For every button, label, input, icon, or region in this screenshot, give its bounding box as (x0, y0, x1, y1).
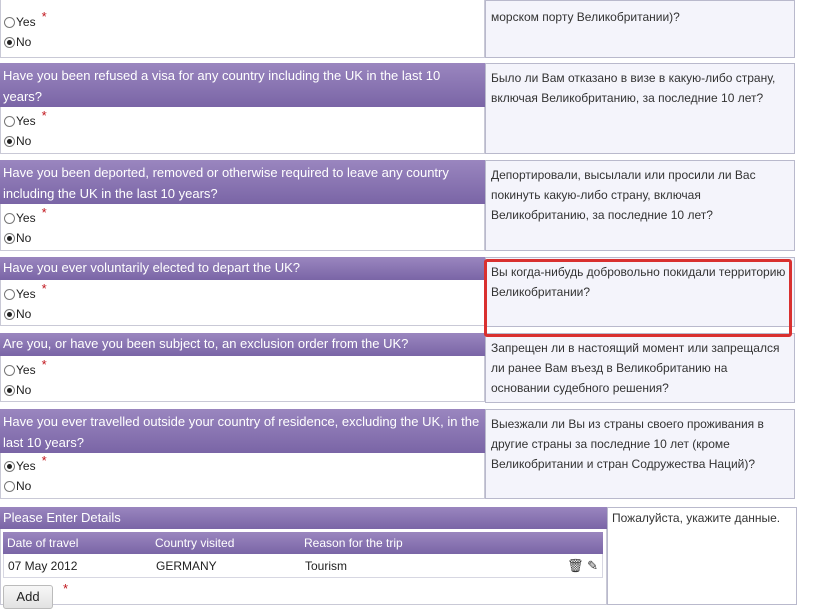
table-header: Date of travel Country visited Reason fo… (3, 532, 603, 554)
translation-box: Было ли Вам отказано в визе в какую-либо… (485, 63, 795, 154)
highlight-box (484, 259, 792, 337)
radio-no[interactable] (4, 135, 15, 147)
radio-yes[interactable] (4, 115, 15, 127)
details-header: Please Enter Details (0, 507, 607, 529)
answer-options: Yes * No (0, 280, 485, 326)
cell-reason: Tourism (305, 559, 348, 573)
question-block: Have you been refused a visa for any cou… (0, 63, 485, 154)
travel-table: Date of travel Country visited Reason fo… (3, 532, 603, 578)
question-block: Have you been deported, removed or other… (0, 160, 485, 251)
translation-box: морском порту Великобритании)? (485, 0, 795, 58)
question-text: Have you been refused a visa for any cou… (0, 63, 485, 107)
question-block: Have you ever voluntarily elected to dep… (0, 257, 485, 326)
question-text: Have you been deported, removed or other… (0, 160, 485, 204)
question-block: Yes * No (0, 0, 485, 58)
radio-yes[interactable] (4, 212, 15, 224)
translation-box: Депортировали, высылали или просили ли В… (485, 160, 795, 251)
translation-box: Запрещен ли в настоящий момент или запре… (485, 333, 795, 403)
pencil-icon[interactable]: ✎ (587, 558, 598, 573)
cell-date: 07 May 2012 (8, 559, 78, 573)
question-text: Are you, or have you been subject to, an… (0, 333, 485, 356)
answer-options: Yes * No (0, 204, 485, 251)
details-hint: Пожалуйста, укажите данные. (607, 507, 797, 605)
radio-no[interactable] (4, 480, 15, 492)
table-row: 07 May 2012 GERMANY Tourism 🗑 ✎ (3, 554, 603, 578)
radio-no[interactable] (4, 384, 15, 396)
question-text: Have you ever travelled outside your cou… (0, 409, 485, 453)
add-button[interactable]: Add (3, 585, 53, 609)
details-panel: Date of travel Country visited Reason fo… (0, 529, 607, 609)
radio-yes[interactable] (4, 364, 15, 376)
answer-options: Yes * No (0, 453, 485, 499)
required-mark: * (63, 581, 69, 596)
column-header-date: Date of travel (7, 536, 79, 550)
column-header-country: Country visited (155, 536, 235, 550)
question-block: Have you ever travelled outside your cou… (0, 409, 485, 499)
answer-options: Yes * No (0, 0, 485, 58)
cell-country: GERMANY (156, 559, 217, 573)
radio-yes[interactable] (4, 288, 15, 300)
translation-box: Выезжали ли Вы из страны своего проживан… (485, 409, 795, 499)
question-block: Are you, or have you been subject to, an… (0, 333, 485, 402)
radio-yes[interactable] (4, 16, 15, 28)
radio-no[interactable] (4, 36, 15, 48)
column-header-reason: Reason for the trip (304, 536, 403, 550)
radio-yes[interactable] (4, 460, 15, 472)
answer-options: Yes * No (0, 356, 485, 402)
answer-options: Yes * No (0, 107, 485, 154)
radio-no[interactable] (4, 308, 15, 320)
question-text: Have you ever voluntarily elected to dep… (0, 257, 485, 280)
trash-icon[interactable]: 🗑 (567, 558, 584, 573)
radio-no[interactable] (4, 232, 15, 244)
